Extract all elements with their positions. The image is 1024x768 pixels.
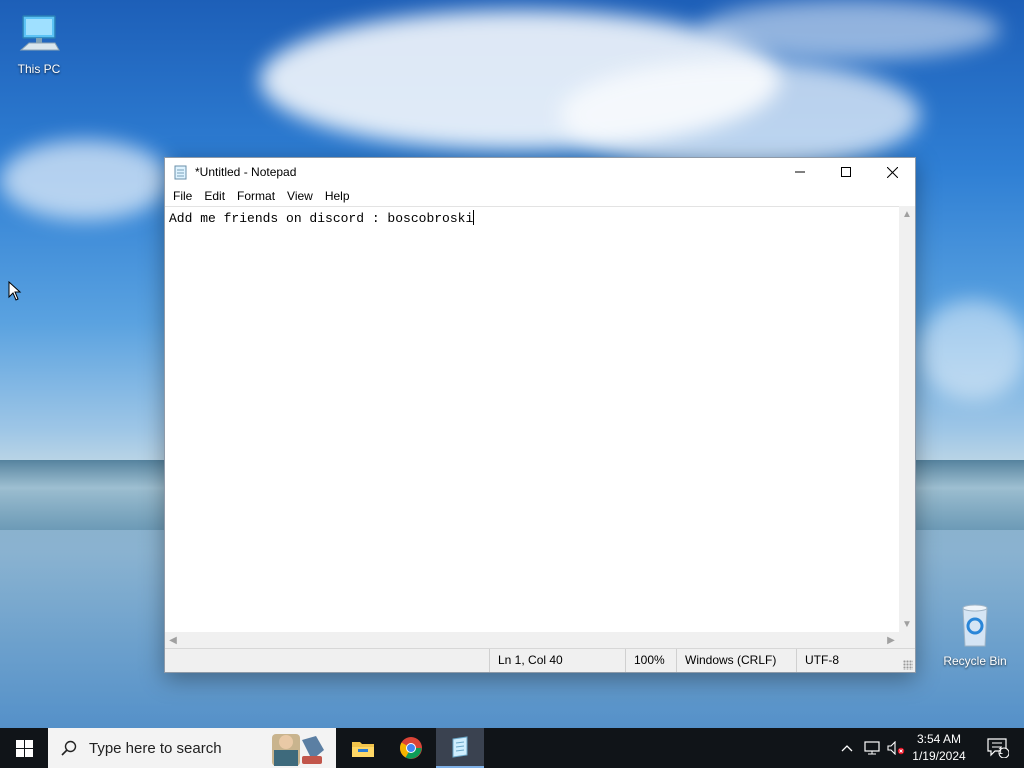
close-button[interactable] xyxy=(869,158,915,186)
status-position: Ln 1, Col 40 xyxy=(489,649,625,672)
menu-format[interactable]: Format xyxy=(231,186,281,206)
network-button[interactable] xyxy=(860,728,884,768)
vertical-scrollbar[interactable]: ▲ ▼ xyxy=(899,206,915,632)
window-title: *Untitled - Notepad xyxy=(195,165,297,179)
desktop-icon-label: This PC xyxy=(17,62,61,76)
notification-center-button[interactable]: 1 xyxy=(978,728,1018,768)
text-editor[interactable]: Add me friends on discord : boscobroski xyxy=(165,206,899,632)
horizontal-scrollbar[interactable]: ◀ ▶ xyxy=(165,632,899,648)
clock-date: 1/19/2024 xyxy=(912,749,966,763)
text-caret xyxy=(473,210,475,225)
scroll-right-icon[interactable]: ▶ xyxy=(883,632,899,648)
search-highlight-icon xyxy=(272,734,324,766)
menu-bar: File Edit Format View Help xyxy=(165,186,915,206)
maximize-icon xyxy=(841,167,851,177)
desktop-icon-this-pc[interactable]: This PC xyxy=(2,10,76,76)
recycle-bin-icon xyxy=(951,602,999,650)
menu-view[interactable]: View xyxy=(281,186,319,206)
chevron-up-icon xyxy=(841,745,853,752)
menu-file[interactable]: File xyxy=(167,186,198,206)
computer-icon xyxy=(15,10,63,58)
status-line-ending: Windows (CRLF) xyxy=(676,649,796,672)
taskbar-clock[interactable]: 3:54 AM 1/19/2024 xyxy=(908,731,970,765)
clock-time: 3:54 AM xyxy=(916,732,962,746)
close-icon xyxy=(886,166,898,178)
chrome-icon xyxy=(400,737,422,759)
title-bar[interactable]: *Untitled - Notepad xyxy=(165,158,915,186)
search-icon xyxy=(61,740,77,756)
taskbar-search-box[interactable]: Type here to search xyxy=(48,728,336,768)
file-explorer-icon xyxy=(352,742,374,757)
status-zoom: 100% xyxy=(625,649,676,672)
notepad-icon xyxy=(174,165,187,180)
search-placeholder: Type here to search xyxy=(89,739,222,757)
minimize-button[interactable] xyxy=(777,158,823,186)
menu-edit[interactable]: Edit xyxy=(198,186,231,206)
resize-grip[interactable] xyxy=(903,660,913,670)
scroll-up-icon[interactable]: ▲ xyxy=(899,206,915,222)
taskbar: Type here to search 3:54 AM 1/19/2024 1 xyxy=(0,728,1024,768)
status-bar: Ln 1, Col 40 100% Windows (CRLF) UTF-8 xyxy=(165,648,915,672)
taskbar-file-explorer[interactable] xyxy=(340,728,386,768)
network-icon xyxy=(864,741,880,755)
desktop-icon-recycle-bin[interactable]: Recycle Bin xyxy=(938,602,1012,668)
start-button[interactable] xyxy=(0,728,48,768)
minimize-icon xyxy=(795,171,805,173)
maximize-button[interactable] xyxy=(823,158,869,186)
notepad-window: *Untitled - Notepad File Edit Format Vie… xyxy=(164,157,916,673)
taskbar-notepad[interactable] xyxy=(436,728,484,768)
menu-help[interactable]: Help xyxy=(319,186,356,206)
scroll-down-icon[interactable]: ▼ xyxy=(899,616,915,632)
status-encoding: UTF-8 xyxy=(796,649,915,672)
scroll-left-icon[interactable]: ◀ xyxy=(165,632,181,648)
mouse-cursor-icon xyxy=(8,281,22,301)
notepad-icon xyxy=(452,736,468,758)
desktop-icon-label: Recycle Bin xyxy=(943,654,1007,668)
taskbar-chrome[interactable] xyxy=(388,728,434,768)
editor-content: Add me friends on discord : boscobroski xyxy=(169,211,474,226)
scrollbar-corner xyxy=(899,632,915,648)
volume-muted-icon xyxy=(887,741,905,755)
volume-button[interactable] xyxy=(884,728,908,768)
notification-badge: 1 xyxy=(998,746,1004,756)
show-hidden-icons-button[interactable] xyxy=(836,728,858,768)
windows-logo-icon xyxy=(15,739,33,757)
